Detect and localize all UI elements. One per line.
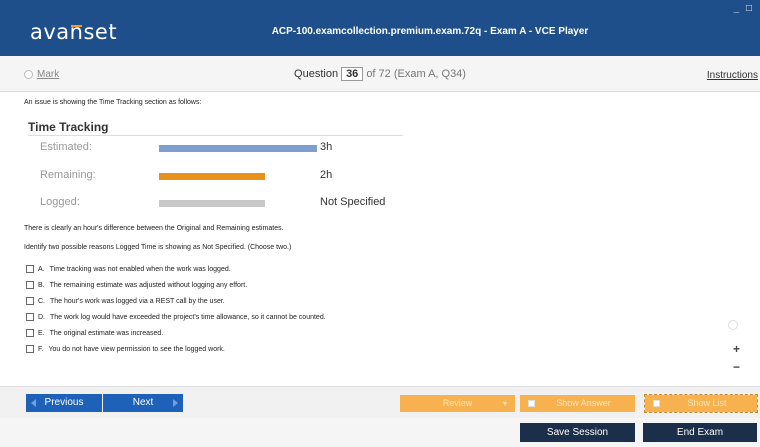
option-f-text: You do not have view permission to see t… <box>48 345 225 353</box>
checkbox-b[interactable] <box>26 281 34 289</box>
previous-label: Previous <box>44 397 84 408</box>
review-button[interactable]: Review ▾ <box>400 395 515 412</box>
next-button[interactable]: Next <box>103 394 183 412</box>
option-a-letter: A. <box>38 265 45 273</box>
question-counter: Question 36 of 72 (Exam A, Q34) <box>0 67 760 81</box>
show-answer-checkbox[interactable] <box>528 400 535 407</box>
remaining-bar <box>159 173 265 180</box>
question-number-input[interactable]: 36 <box>341 67 364 81</box>
question-prompt: Identify two possible reasons Logged Tim… <box>24 244 292 251</box>
logged-bar <box>159 200 265 207</box>
option-a[interactable]: A. Time tracking was not enabled when th… <box>26 265 231 273</box>
time-tracking-divider <box>28 135 403 136</box>
remaining-value: 2h <box>320 169 333 181</box>
next-label: Next <box>132 397 154 408</box>
question-intro: An issue is showing the Time Tracking se… <box>24 99 202 106</box>
option-b-text: The remaining estimate was adjusted with… <box>49 281 248 289</box>
estimated-label: Estimated: <box>40 141 92 153</box>
logged-label: Logged: <box>40 196 80 208</box>
question-word: Question <box>294 68 339 80</box>
checkbox-e[interactable] <box>26 329 34 337</box>
title-bar: avanset ACP-100.examcollection.premium.e… <box>0 0 760 56</box>
option-e-letter: E. <box>38 329 45 337</box>
zoom-search-icon <box>728 320 738 330</box>
option-e[interactable]: E. The original estimate was increased. <box>26 329 163 337</box>
window-controls[interactable]: _ □ <box>734 3 754 14</box>
checkbox-d[interactable] <box>26 313 34 321</box>
zoom-out-button[interactable]: − <box>733 360 740 374</box>
chevron-right-icon <box>173 399 178 407</box>
remaining-label: Remaining: <box>40 169 96 181</box>
previous-button[interactable]: Previous <box>26 394 102 412</box>
option-d-text: The work log would have exceeded the pro… <box>50 313 326 321</box>
option-b-letter: B. <box>38 281 45 289</box>
chevron-left-icon <box>31 399 36 407</box>
end-exam-button[interactable]: End Exam <box>643 423 757 442</box>
option-e-text: The original estimate was increased. <box>49 329 164 337</box>
question-of-total: of 72 (Exam A, Q34) <box>366 68 466 80</box>
option-f[interactable]: F. You do not have view permission to se… <box>26 345 225 353</box>
time-tracking-title: Time Tracking <box>28 120 109 134</box>
instructions-link[interactable]: Instructions <box>707 70 758 81</box>
checkbox-c[interactable] <box>26 297 34 305</box>
option-d[interactable]: D. The work log would have exceeded the … <box>26 313 326 321</box>
option-d-letter: D. <box>38 313 45 321</box>
show-answer-button[interactable]: Show Answer <box>520 395 635 412</box>
window-title: ACP-100.examcollection.premium.exam.72q … <box>271 26 589 37</box>
show-answer-label: Show Answer <box>556 398 611 408</box>
show-list-label: Show List <box>687 398 727 408</box>
review-label: Review <box>442 398 473 408</box>
save-session-button[interactable]: Save Session <box>520 423 635 442</box>
logged-value: Not Specified <box>320 196 386 208</box>
option-f-letter: F. <box>38 345 44 353</box>
option-a-text: Time tracking was not enabled when the w… <box>49 265 231 273</box>
option-c-text: The hour's work was logged via a REST ca… <box>50 297 225 305</box>
checkbox-f[interactable] <box>26 345 34 353</box>
show-list-checkbox[interactable] <box>653 400 660 407</box>
navigation-bar: Previous Next Review ▾ Show Answer Show … <box>0 386 760 418</box>
chevron-down-icon: ▾ <box>502 399 507 408</box>
question-bar: Mark Question 36 of 72 (Exam A, Q34) Instr… <box>0 56 760 92</box>
option-c-letter: C. <box>38 297 45 305</box>
option-b[interactable]: B. The remaining estimate was adjusted w… <box>26 281 247 289</box>
estimated-value: 3h <box>320 141 333 153</box>
checkbox-a[interactable] <box>26 265 34 273</box>
question-statement: There is clearly an hour's difference be… <box>24 225 284 232</box>
option-c[interactable]: C. The hour's work was logged via a REST… <box>26 297 225 305</box>
footer-bar: Save Session End Exam <box>0 418 760 447</box>
zoom-in-button[interactable]: + <box>733 342 740 356</box>
estimated-bar <box>159 145 317 152</box>
show-list-button[interactable]: Show List <box>644 394 758 413</box>
